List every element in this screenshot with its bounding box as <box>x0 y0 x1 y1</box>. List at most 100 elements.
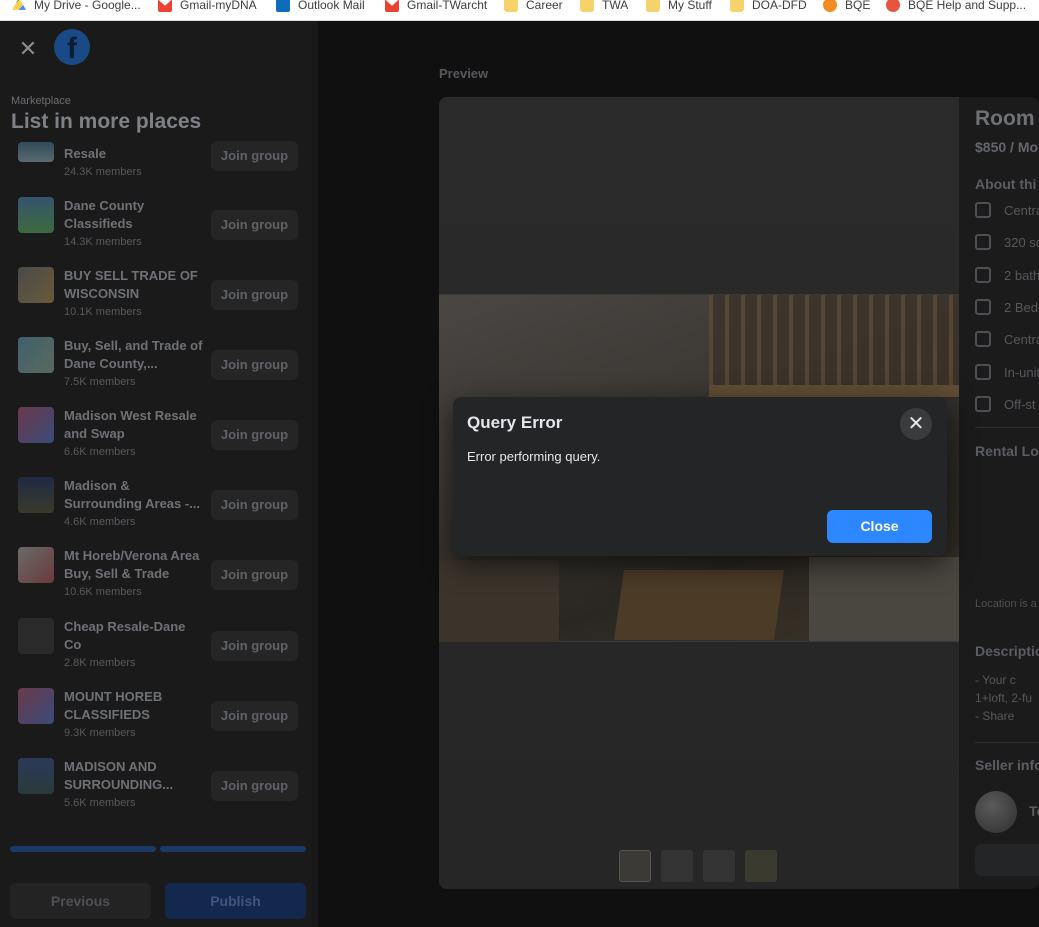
listing-title: Room <box>975 107 1035 130</box>
bqe-icon <box>823 0 837 12</box>
join-group-button[interactable]: Join group <box>211 771 298 801</box>
seller-info-heading: Seller info <box>975 757 1039 773</box>
area-icon <box>975 234 991 250</box>
description-line: - Share <box>975 709 1015 723</box>
group-name: MOUNT HOREB CLASSIFIEDS <box>64 689 163 722</box>
divider <box>975 427 1039 428</box>
group-name: Resale <box>64 146 106 161</box>
group-members: 10.1K members <box>64 306 142 318</box>
photo-thumbnail[interactable] <box>745 850 777 882</box>
bookmark-career[interactable]: Career <box>504 0 563 14</box>
seller-name: To <box>1029 803 1039 819</box>
join-group-button[interactable]: Join group <box>211 141 298 171</box>
group-name: Madison West Resale and Swap <box>64 408 197 441</box>
bookmark-outlook[interactable]: Outlook Mail <box>276 0 365 14</box>
close-icon[interactable]: ✕ <box>14 35 42 63</box>
rental-location-heading: Rental Lo <box>975 443 1039 459</box>
group-members: 10.6K members <box>64 586 142 598</box>
join-group-button[interactable]: Join group <box>211 701 298 731</box>
bookmark-gmail-mydna[interactable]: Gmail-myDNA <box>158 0 257 14</box>
group-thumbnail <box>18 618 54 654</box>
bath-icon <box>975 267 991 283</box>
join-group-button[interactable]: Join group <box>211 490 298 520</box>
bookmark-gmail-twarcht[interactable]: Gmail-TWarcht <box>385 0 487 14</box>
join-group-button[interactable]: Join group <box>211 280 298 310</box>
join-group-button[interactable]: Join group <box>211 560 298 590</box>
photo-thumbnail[interactable] <box>703 850 735 882</box>
facebook-logo-icon[interactable]: f <box>54 29 90 65</box>
bookmark-doa-dfd[interactable]: DOA-DFD <box>730 0 807 14</box>
group-item: Mt Horeb/Verona Area Buy, Sell & Trade 1… <box>18 547 308 607</box>
group-thumbnail <box>18 142 54 162</box>
listing-price: $850 / Mo <box>975 139 1039 155</box>
group-members: 2.8K members <box>64 657 136 669</box>
bookmark-my-drive[interactable]: My Drive - Google... <box>12 0 141 14</box>
previous-button[interactable]: Previous <box>10 883 151 919</box>
feature-row: In-unit <box>975 364 1039 380</box>
join-group-button[interactable]: Join group <box>211 631 298 661</box>
close-icon[interactable]: ✕ <box>900 408 932 440</box>
page-title: List in more places <box>11 110 202 133</box>
close-button[interactable]: Close <box>827 510 932 543</box>
group-members: 14.3K members <box>64 236 142 248</box>
sofa-right <box>809 557 959 641</box>
folder-icon <box>504 0 518 12</box>
bed-icon <box>975 299 991 315</box>
group-thumbnail <box>18 547 54 583</box>
publish-button[interactable]: Publish <box>165 883 306 919</box>
query-error-dialog: Query Error ✕ Error performing query. Cl… <box>453 397 947 556</box>
seller-action-button[interactable] <box>975 844 1039 876</box>
group-name: BUY SELL TRADE OF WISCONSIN <box>64 268 198 301</box>
laundry-icon <box>975 364 991 380</box>
group-item: MADISON AND SURROUNDING... 5.6K members … <box>18 758 308 818</box>
outlook-icon <box>276 0 290 12</box>
join-group-button[interactable]: Join group <box>211 350 298 380</box>
bookmark-my-stuff[interactable]: My Stuff <box>646 0 712 14</box>
group-members: 6.6K members <box>64 446 136 458</box>
join-group-button[interactable]: Join group <box>211 210 298 240</box>
group-members: 4.6K members <box>64 516 136 528</box>
group-name: Mt Horeb/Verona Area Buy, Sell & Trade <box>64 548 200 581</box>
group-item: MOUNT HOREB CLASSIFIEDS 9.3K members Joi… <box>18 688 308 748</box>
group-name: Dane County Classifieds <box>64 198 145 231</box>
group-thumbnail <box>18 477 54 513</box>
join-group-button[interactable]: Join group <box>211 420 298 450</box>
group-name: Cheap Resale-Dane Co <box>64 619 186 652</box>
sidebar: ✕ f Marketplace List in more places Resa… <box>0 21 318 927</box>
stair-railing <box>709 295 959 385</box>
group-item: Madison & Surrounding Areas -... 4.6K me… <box>18 477 308 537</box>
photo-thumbnail[interactable] <box>661 850 693 882</box>
location-note: Location is a <box>975 598 1037 610</box>
group-item: Dane County Classifieds 14.3K members Jo… <box>18 197 308 257</box>
breadcrumb: Marketplace <box>11 95 71 107</box>
group-thumbnail <box>18 337 54 373</box>
group-thumbnail <box>18 267 54 303</box>
about-heading: About thi <box>975 176 1037 192</box>
description-line: - Your c <box>975 673 1016 687</box>
bookmark-bqe-help[interactable]: BQE Help and Supp... <box>886 0 1026 14</box>
progress-bar-segment <box>10 846 156 852</box>
bqe-help-icon <box>886 0 900 12</box>
group-item: BUY SELL TRADE OF WISCONSIN 10.1K member… <box>18 267 308 327</box>
group-thumbnail <box>18 407 54 443</box>
group-item: Buy, Sell, and Trade of Dane County,... … <box>18 337 308 397</box>
photo-thumbnail[interactable] <box>619 850 651 882</box>
progress-bar-segment <box>160 846 306 852</box>
bookmark-twa[interactable]: TWA <box>580 0 628 14</box>
feature-row: 320 sq <box>975 234 1039 250</box>
gmail-icon <box>385 0 399 12</box>
folder-icon <box>580 0 594 12</box>
group-thumbnail <box>18 758 54 794</box>
group-name: Madison & Surrounding Areas -... <box>64 478 201 511</box>
feature-row: 2 Beds <box>975 299 1039 315</box>
bookmarks-bar: My Drive - Google... Gmail-myDNA Outlook… <box>0 0 1039 21</box>
group-members: 9.3K members <box>64 727 136 739</box>
avatar <box>975 791 1017 833</box>
group-item: Resale 24.3K members Join group <box>18 141 308 204</box>
gmail-icon <box>158 0 172 12</box>
dialog-message: Error performing query. <box>467 449 601 464</box>
feature-row: Off-st <box>975 396 1036 412</box>
bookmark-bqe[interactable]: BQE <box>823 0 870 14</box>
divider <box>975 742 1039 743</box>
car-icon <box>975 396 991 412</box>
